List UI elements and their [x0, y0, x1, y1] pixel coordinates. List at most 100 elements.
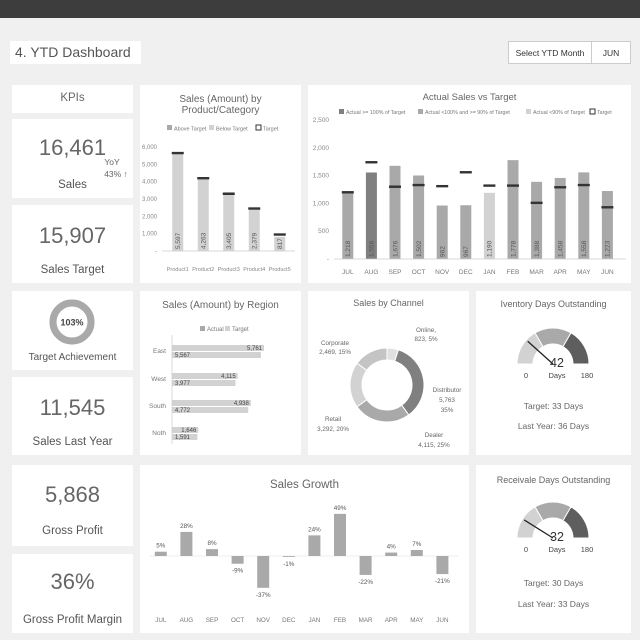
- region-target-label: 4,938: [234, 401, 250, 407]
- growth-bar: [154, 551, 167, 556]
- region-y-tick: Noth: [152, 430, 166, 437]
- product-x-tick: Product1: [167, 267, 189, 273]
- growth-value-label: 7%: [412, 541, 422, 548]
- channel-chart-card: Sales by Channel Online, 823, 5% Distribut…: [308, 291, 469, 455]
- inventory-last-year: Last Year: 36 Days: [517, 421, 590, 431]
- avt-legend-label: Actual >= 100% of Target: [346, 110, 406, 116]
- top-bar: [0, 0, 640, 18]
- avt-x-tick: JUN: [601, 269, 614, 276]
- growth-value-label: -22%: [358, 579, 373, 586]
- growth-bar: [385, 552, 398, 556]
- product-x-tick: Product2: [192, 267, 214, 273]
- avt-value-label: 967: [463, 246, 470, 257]
- channel-slice: [394, 349, 425, 416]
- kpi-sales-target-card: 15,907 Sales Target: [12, 205, 133, 283]
- product-target-marker: [273, 233, 286, 236]
- channel-chart: Online, 823, 5% Distributor 5,763 35% Dealer 4…: [317, 327, 461, 449]
- avt-target-marker: [436, 184, 449, 188]
- product-legend-swatch: [209, 125, 214, 130]
- avt-value-label: 1,190: [487, 240, 494, 257]
- product-legend-swatch: [167, 125, 172, 130]
- growth-x-tick: AUG: [180, 617, 194, 624]
- gauge-value: 32: [550, 530, 564, 544]
- avt-target-marker: [389, 185, 401, 188]
- avt-y-tick: 2,000: [313, 145, 330, 152]
- avt-legend-label: Actual <100% and >= 90% of Target: [425, 110, 510, 116]
- growth-x-tick: NOV: [256, 617, 270, 624]
- region-actual-label: 4,772: [175, 408, 191, 414]
- dashboard-title: 4. YTD Dashboard: [10, 41, 141, 64]
- product-value-label: 4,263: [200, 232, 207, 249]
- channel-slice-label: Retail: [325, 416, 341, 423]
- avt-legend-swatch: [339, 109, 344, 114]
- avt-x-tick: MAR: [529, 269, 544, 276]
- growth-x-tick: APR: [385, 617, 398, 624]
- avt-value-label: 1,223: [605, 240, 612, 257]
- product-chart: Above Target Below Target Target 6,000 5,000…: [142, 124, 295, 273]
- avt-y-tick: -: [327, 256, 329, 263]
- avt-target-marker: [554, 186, 567, 189]
- avt-target-marker: [459, 171, 472, 174]
- avt-target-marker: [577, 183, 590, 187]
- kpi-sales-target-label: Sales Target: [40, 264, 105, 276]
- kpi-sales-yoy-label: YoY: [104, 157, 120, 167]
- growth-value-label: 5%: [156, 543, 166, 550]
- growth-bar: [334, 513, 346, 556]
- avt-target-marker: [412, 183, 425, 187]
- channel-slice-label: 4,115, 25%: [418, 442, 450, 449]
- growth-value-label: 8%: [207, 540, 217, 547]
- avt-target-marker: [530, 201, 543, 205]
- gauge-unit: Days: [548, 371, 565, 380]
- avt-legend-swatch: [418, 109, 423, 114]
- actual-vs-target-card: Actual Sales vs Target Actual >= 100% of…: [308, 85, 631, 283]
- channel-slice-label: 5,763: [439, 397, 455, 404]
- avt-value-label: 1,388: [534, 240, 541, 257]
- growth-x-tick: MAR: [359, 617, 373, 624]
- channel-slice-label: Corporate: [321, 340, 349, 347]
- receivable-target: Target: 30 Days: [523, 578, 584, 588]
- ytd-month-value[interactable]: JUN: [592, 42, 630, 63]
- channel-slice: [356, 398, 410, 423]
- avt-y-tick: 2,500: [313, 117, 330, 124]
- avt-x-tick: APR: [554, 269, 568, 276]
- growth-bar: [410, 549, 423, 556]
- gauge-max: 180: [581, 371, 594, 380]
- product-y-tick: 3,000: [142, 197, 158, 203]
- avt-value-label: 1,556: [369, 240, 376, 257]
- avt-x-tick: JAN: [483, 269, 496, 276]
- avt-value-label: 1,502: [416, 240, 423, 257]
- avt-x-tick: DEC: [459, 269, 473, 276]
- growth-x-tick: JUN: [436, 617, 449, 624]
- region-chart-card: Sales (Amount) by Region Actual Target Eas…: [140, 291, 301, 455]
- product-legend-label: Below Target: [216, 127, 248, 133]
- gauge-max: 180: [581, 545, 594, 554]
- ytd-month-selector[interactable]: Select YTD Month JUN: [508, 41, 631, 64]
- kpi-sales-last-year-card: 11,545 Sales Last Year: [12, 377, 133, 455]
- growth-value-label: 4%: [387, 544, 397, 551]
- growth-value-label: -9%: [232, 568, 244, 575]
- receivable-gauge-card: Receivale Days Outstanding 32 Days 0 180 Ta…: [476, 465, 631, 633]
- gauge-unit: Days: [548, 545, 565, 554]
- growth-bar: [257, 556, 270, 588]
- product-y-tick: -: [155, 249, 157, 255]
- region-y-tick: East: [153, 348, 166, 355]
- actual-vs-target-chart: Actual >= 100% of Target Actual <100% and…: [313, 108, 626, 276]
- region-actual-label: 3,977: [175, 381, 191, 387]
- avt-value-label: 1,558: [581, 240, 588, 257]
- product-legend-label: Target: [263, 127, 279, 133]
- growth-value-label: 49%: [334, 505, 347, 512]
- avt-y-tick: 500: [318, 228, 329, 235]
- gauge-value: 42: [550, 356, 564, 370]
- product-y-tick: 6,000: [142, 145, 158, 151]
- region-target-label: 4,115: [221, 374, 236, 380]
- growth-bar: [231, 556, 244, 564]
- avt-legend-label: Target: [597, 110, 612, 116]
- product-value-label: 3,405: [226, 232, 233, 249]
- avt-value-label: 1,458: [558, 240, 565, 257]
- channel-slice-label: 823, 5%: [414, 336, 438, 343]
- kpi-gross-profit-margin-label: Gross Profit Margin: [22, 614, 123, 626]
- inventory-gauge-card: Iventory Days Outstanding 42 Days 0 180 Tar…: [476, 291, 631, 455]
- region-legend-label: Target: [232, 327, 249, 333]
- kpi-sales-last-year-label: Sales Last Year: [32, 436, 113, 448]
- inventory-target: Target: 33 Days: [523, 401, 584, 411]
